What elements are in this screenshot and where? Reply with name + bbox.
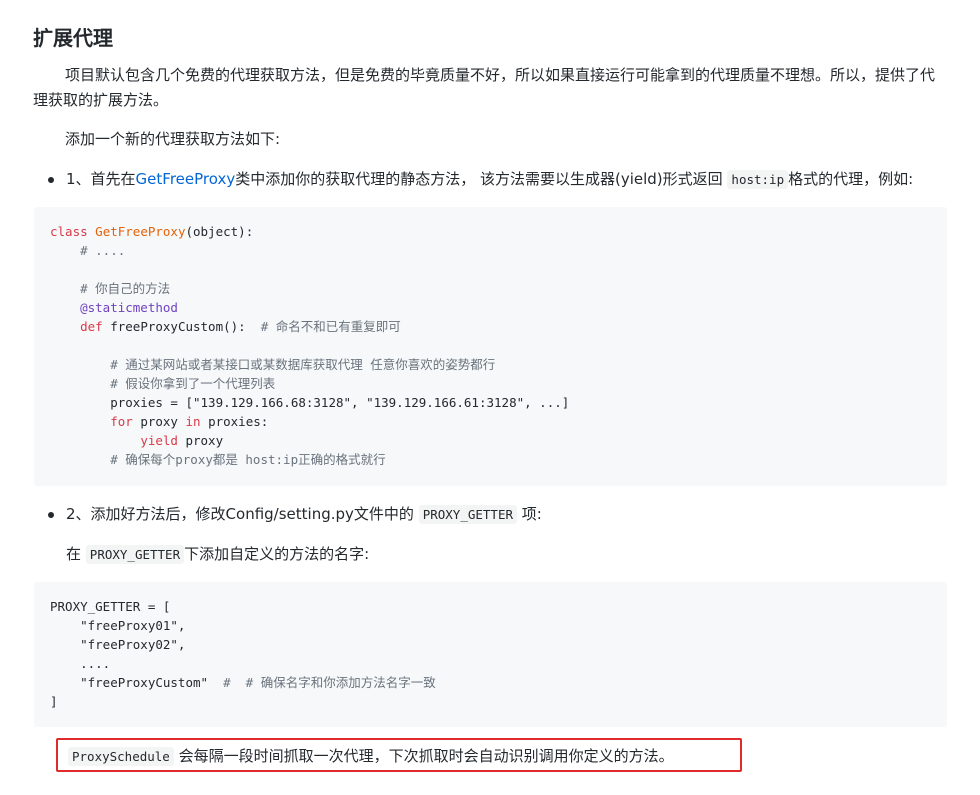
note-text: ProxySchedule 会每隔一段时间抓取一次代理，下次抓取时会自动识别调用… (68, 745, 674, 768)
step1-suffix: 格式的代理，例如: (788, 170, 914, 188)
code-block-proxy-getter: PROXY_GETTER = [ "freeProxy01", "freePro… (34, 582, 947, 727)
proxyschedule-code: ProxySchedule (68, 747, 174, 766)
proxy-getter-code: PROXY_GETTER (85, 545, 185, 564)
step2-text: 2、添加好方法后，修改Config/setting.py文件中的 PROXY_G… (66, 505, 542, 524)
add-method-paragraph: 添加一个新的代理获取方法如下: (65, 130, 281, 148)
step2b-text: 在 PROXY_GETTER 下添加自定义的方法的名字: (66, 545, 370, 564)
section-heading: 扩展代理 (33, 26, 113, 50)
getfreeproxy-link[interactable]: GetFreeProxy (136, 170, 236, 188)
step1-text: 1、首先在GetFreeProxy类中添加你的获取代理的静态方法， 该方法需要以… (66, 167, 946, 192)
host-ip-code: host:ip (727, 170, 789, 189)
intro-paragraph: 项目默认包含几个免费的代理获取方法，但是免费的毕竟质量不好，所以如果直接运行可能… (33, 66, 936, 109)
step1-middle: 类中添加你的获取代理的静态方法， 该方法需要以生成器(yield)形式返回 (235, 170, 723, 188)
bullet-dot (48, 177, 54, 183)
proxy-getter-code: PROXY_GETTER (418, 505, 517, 524)
bullet-dot (48, 512, 54, 518)
article: 扩展代理 项目默认包含几个免费的代理获取方法，但是免费的毕竟质量不好，所以如果直… (0, 0, 980, 795)
code-block-getfreeproxy: class GetFreeProxy(object): # .... # 你自己… (34, 207, 947, 486)
step1-prefix: 1、首先在 (66, 170, 136, 188)
